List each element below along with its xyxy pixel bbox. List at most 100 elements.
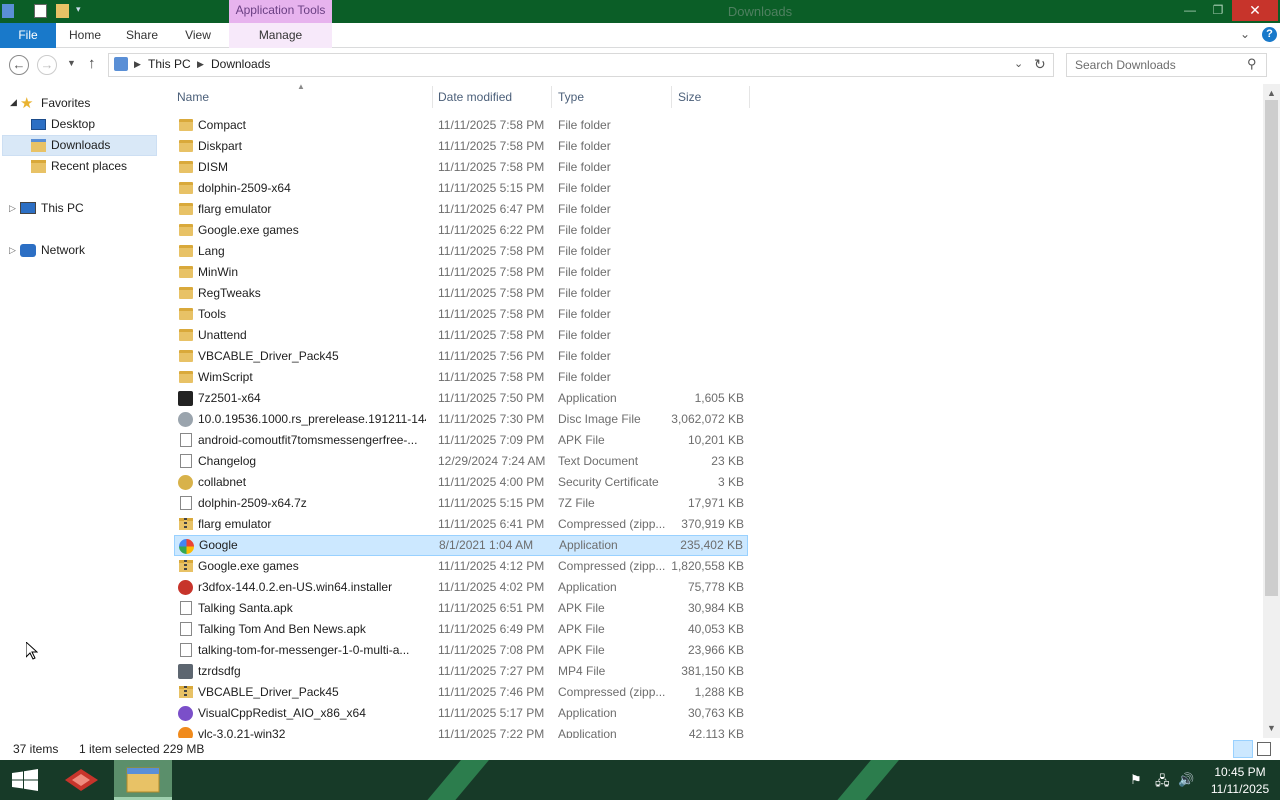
folder-icon xyxy=(179,329,193,341)
file-row[interactable]: Google.exe games 11/11/2025 6:22 PM File f… xyxy=(174,220,748,241)
back-button[interactable]: ← xyxy=(9,55,29,75)
close-button[interactable]: ✕ xyxy=(1232,0,1278,21)
column-header-date-modified[interactable]: Date modified xyxy=(438,90,512,104)
file-row[interactable]: MinWin 11/11/2025 7:58 PM File folder xyxy=(174,262,748,283)
file-row[interactable]: android-comoutfit7tomsmessengerfree-... 1… xyxy=(174,430,748,451)
quick-access-dropdown-icon[interactable]: ▾ xyxy=(76,4,81,15)
nav-item-downloads[interactable]: Downloads xyxy=(51,135,110,156)
nav-item-desktop[interactable]: Desktop xyxy=(51,114,95,135)
help-icon[interactable]: ? xyxy=(1262,27,1277,42)
file-row[interactable]: Unattend 11/11/2025 7:58 PM File folder xyxy=(174,325,748,346)
file-row[interactable]: vlc-3.0.21-win32 11/11/2025 7:22 PM Applic… xyxy=(174,724,748,738)
large-icons-view-icon[interactable] xyxy=(1257,742,1271,756)
file-date-modified: 11/11/2025 7:58 PM xyxy=(438,139,545,153)
file-size: 17,971 KB xyxy=(687,496,744,510)
breadcrumb-this-pc[interactable]: This PC xyxy=(148,57,191,71)
column-divider[interactable] xyxy=(671,86,672,108)
expand-arrow-icon[interactable]: ▷ xyxy=(9,245,16,256)
file-date-modified: 11/11/2025 7:58 PM xyxy=(438,118,545,132)
column-divider[interactable] xyxy=(749,86,750,108)
clock-time[interactable]: 10:45 PM xyxy=(1200,765,1280,779)
nav-item-network[interactable]: Network xyxy=(41,240,85,261)
recent-locations-icon[interactable]: ▼ xyxy=(67,58,76,68)
expand-arrow-icon[interactable]: ▷ xyxy=(9,203,16,214)
file-row[interactable]: Talking Tom And Ben News.apk 11/11/2025 6… xyxy=(174,619,748,640)
file-row[interactable]: Lang 11/11/2025 7:58 PM File folder xyxy=(174,241,748,262)
tab-view[interactable]: View xyxy=(178,23,218,48)
file-row[interactable]: 10.0.19536.1000.rs_prerelease.191211-144… xyxy=(174,409,748,430)
tab-file[interactable]: File xyxy=(0,23,56,48)
nav-item-recent-places[interactable]: Recent places xyxy=(51,156,127,177)
file-name: r3dfox-144.0.2.en-US.win64.installer xyxy=(198,580,393,594)
file-row[interactable]: VBCABLE_Driver_Pack45 11/11/2025 7:56 PM F… xyxy=(174,346,748,367)
up-button[interactable]: ↑ xyxy=(88,55,96,72)
details-view-icon[interactable] xyxy=(1233,740,1253,758)
volume-icon[interactable]: 🔊 xyxy=(1178,772,1194,788)
disc-image-icon xyxy=(178,412,193,427)
title-bar xyxy=(0,0,1280,23)
column-header-size[interactable]: Size xyxy=(678,90,701,104)
collapse-arrow-icon[interactable]: ◢ xyxy=(10,97,17,108)
scroll-down-icon[interactable]: ▼ xyxy=(1263,720,1280,736)
clock-date[interactable]: 11/11/2025 xyxy=(1200,782,1280,796)
wallpaper-streak xyxy=(820,760,908,800)
search-icon[interactable]: ⚲ xyxy=(1247,56,1257,72)
breadcrumb-separator-icon[interactable]: ▶ xyxy=(197,59,204,70)
address-dropdown-icon[interactable]: ⌄ xyxy=(1014,57,1023,70)
file-row[interactable]: Google.exe games 11/11/2025 4:12 PM Compre… xyxy=(174,556,748,577)
breadcrumb-separator-icon[interactable]: ▶ xyxy=(134,59,141,70)
file-row[interactable]: Talking Santa.apk 11/11/2025 6:51 PM APK F… xyxy=(174,598,748,619)
file-row[interactable]: dolphin-2509-x64 11/11/2025 5:15 PM File f… xyxy=(174,178,748,199)
file-row[interactable]: collabnet 11/11/2025 4:00 PM Security Cert… xyxy=(174,472,748,493)
start-button[interactable] xyxy=(0,760,50,800)
zip-folder-icon xyxy=(179,686,193,698)
file-row[interactable]: DISM 11/11/2025 7:58 PM File folder xyxy=(174,157,748,178)
file-row[interactable]: dolphin-2509-x64.7z 11/11/2025 5:15 PM 7Z … xyxy=(174,493,748,514)
file-row[interactable]: flarg emulator 11/11/2025 6:41 PM Compress… xyxy=(174,514,748,535)
file-row[interactable]: Compact 11/11/2025 7:58 PM File folder xyxy=(174,115,748,136)
file-row[interactable]: RegTweaks 11/11/2025 7:58 PM File folder xyxy=(174,283,748,304)
column-divider[interactable] xyxy=(432,86,433,108)
file-row[interactable]: talking-tom-for-messenger-1-0-multi-a...… xyxy=(174,640,748,661)
file-row[interactable]: 7z2501-x64 11/11/2025 7:50 PM Application 1… xyxy=(174,388,748,409)
file-row[interactable]: flarg emulator 11/11/2025 6:47 PM File fol… xyxy=(174,199,748,220)
breadcrumb-downloads[interactable]: Downloads xyxy=(211,57,270,71)
file-row[interactable]: VisualCppRedist_AIO_x86_x64 11/11/2025 5:… xyxy=(174,703,748,724)
column-header-name[interactable]: Name xyxy=(177,90,209,104)
explorer-app-icon[interactable] xyxy=(2,4,14,18)
file-date-modified: 11/11/2025 7:58 PM xyxy=(438,328,545,342)
expand-ribbon-icon[interactable]: ⌄ xyxy=(1240,27,1250,41)
file-row[interactable]: WimScript 11/11/2025 7:58 PM File folder xyxy=(174,367,748,388)
folder-icon xyxy=(179,182,193,194)
taskbar-file-explorer[interactable] xyxy=(114,760,172,800)
taskbar-r3dfox[interactable] xyxy=(58,760,108,800)
file-date-modified: 11/11/2025 4:00 PM xyxy=(438,475,545,489)
properties-quick-icon[interactable] xyxy=(34,4,47,18)
network-tray-icon[interactable]: 🖧 xyxy=(1155,772,1170,794)
new-folder-quick-icon[interactable] xyxy=(56,4,69,18)
nav-item-favorites[interactable]: Favorites xyxy=(41,93,90,114)
nav-item-this-pc[interactable]: This PC xyxy=(41,198,84,219)
file-row[interactable]: Google 8/1/2021 1:04 AM Application 235,402… xyxy=(174,535,748,556)
file-size: 30,984 KB xyxy=(687,601,744,615)
action-center-flag-icon[interactable]: ⚑ xyxy=(1130,772,1142,788)
scroll-up-icon[interactable]: ▲ xyxy=(1263,85,1280,101)
file-type: File folder xyxy=(558,181,611,195)
file-row[interactable]: Tools 11/11/2025 7:58 PM File folder xyxy=(174,304,748,325)
refresh-icon[interactable]: ↻ xyxy=(1034,56,1046,73)
scrollbar-thumb[interactable] xyxy=(1265,100,1278,596)
tab-manage[interactable]: Manage xyxy=(229,23,332,48)
file-row[interactable]: r3dfox-144.0.2.en-US.win64.installer 11/1… xyxy=(174,577,748,598)
file-name: VisualCppRedist_AIO_x86_x64 xyxy=(198,706,366,720)
file-row[interactable]: VBCABLE_Driver_Pack45 11/11/2025 7:46 PM C… xyxy=(174,682,748,703)
column-header-type[interactable]: Type xyxy=(558,90,584,104)
column-divider[interactable] xyxy=(551,86,552,108)
file-row[interactable]: Changelog 12/29/2024 7:24 AM Text Document… xyxy=(174,451,748,472)
tab-share[interactable]: Share xyxy=(120,23,164,48)
tab-home[interactable]: Home xyxy=(62,23,108,48)
installer-icon xyxy=(178,706,193,721)
file-row[interactable]: Diskpart 11/11/2025 7:58 PM File folder xyxy=(174,136,748,157)
maximize-button[interactable]: ❐ xyxy=(1200,0,1236,22)
forward-button[interactable]: → xyxy=(37,55,57,75)
file-row[interactable]: tzrdsdfg 11/11/2025 7:27 PM MP4 File 381,15… xyxy=(174,661,748,682)
